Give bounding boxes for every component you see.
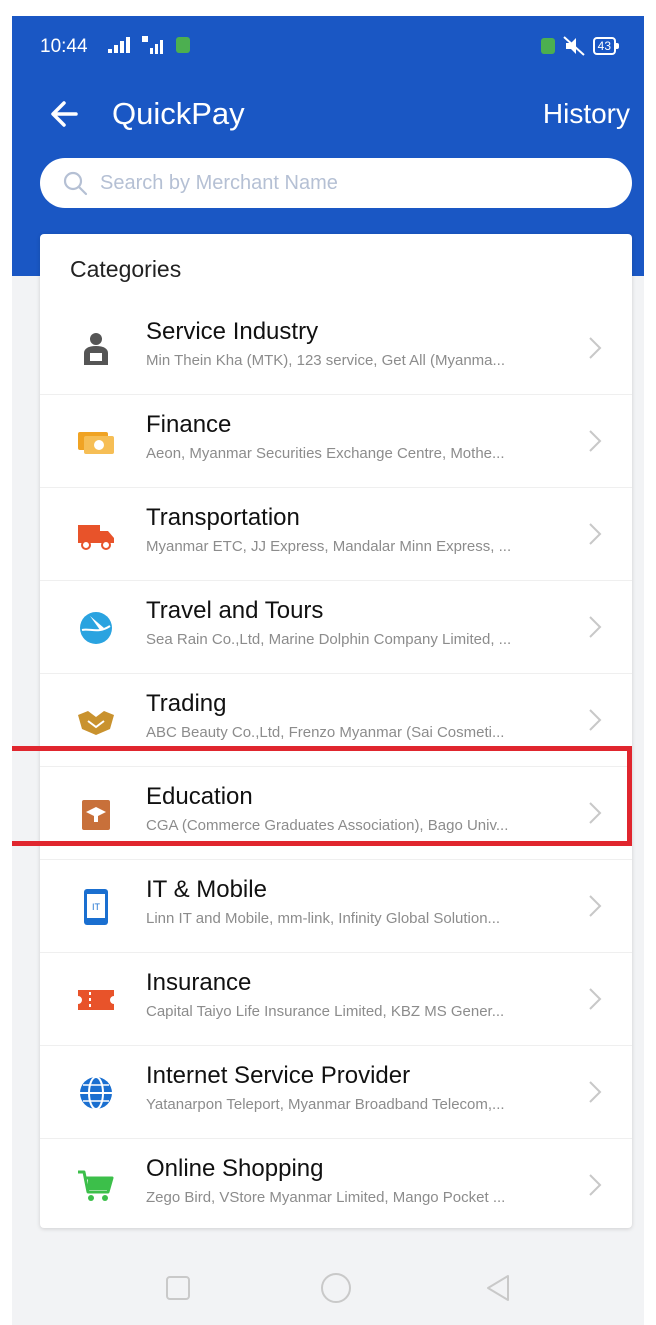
category-name: Transportation xyxy=(146,504,300,531)
category-desc: Linn IT and Mobile, mm-link, Infinity Gl… xyxy=(146,910,501,927)
category-desc: Capital Taiyo Life Insurance Limited, KB… xyxy=(146,1003,505,1020)
mute-icon xyxy=(562,36,585,56)
toolbar: QuickPay History xyxy=(12,86,644,142)
svg-text:IT: IT xyxy=(92,902,101,912)
category-name: IT & Mobile xyxy=(146,876,267,903)
chevron-right-icon xyxy=(589,523,602,545)
back-nav-button[interactable] xyxy=(478,1268,518,1308)
category-name: Trading xyxy=(146,690,227,717)
chevron-right-icon xyxy=(589,1081,602,1103)
category-desc: CGA (Commerce Graduates Association), Ba… xyxy=(146,817,509,834)
globe-plane-icon xyxy=(80,612,112,644)
category-item-finance[interactable]: Finance Aeon, Myanmar Securities Exchang… xyxy=(40,395,632,488)
category-item-service-industry[interactable]: Service Industry Min Thein Kha (MTK), 12… xyxy=(40,302,632,395)
category-name: Internet Service Provider xyxy=(146,1062,411,1089)
category-name: Service Industry xyxy=(146,318,319,345)
category-desc: Sea Rain Co.,Ltd, Marine Dolphin Company… xyxy=(146,631,512,648)
money-icon xyxy=(78,432,114,454)
chevron-right-icon xyxy=(589,430,602,452)
globe-icon xyxy=(80,1076,112,1110)
chevron-right-icon xyxy=(589,988,602,1010)
chevron-right-icon xyxy=(589,895,602,917)
categories-list: Service Industry Min Thein Kha (MTK), 12… xyxy=(40,302,632,1232)
search-input[interactable] xyxy=(98,170,602,196)
category-name: Online Shopping xyxy=(146,1155,324,1182)
history-button[interactable]: History xyxy=(543,94,630,134)
signal-4g-icon xyxy=(142,36,163,54)
chevron-right-icon xyxy=(589,802,602,824)
handshake-icon xyxy=(78,711,114,735)
category-desc: Myanmar ETC, JJ Express, Mandalar Minn E… xyxy=(146,538,512,555)
home-button[interactable] xyxy=(316,1268,356,1308)
category-desc: Aeon, Myanmar Securities Exchange Centre… xyxy=(146,445,505,462)
categories-heading: Categories xyxy=(70,256,182,282)
signal-icon xyxy=(108,37,130,53)
cart-icon xyxy=(78,1170,114,1201)
person-desk-icon xyxy=(84,333,108,365)
status-time: 10:44 xyxy=(40,36,88,57)
category-item-transportation[interactable]: Transportation Myanmar ETC, JJ Express, … xyxy=(40,488,632,581)
chevron-right-icon xyxy=(589,1174,602,1196)
truck-icon xyxy=(78,525,114,550)
category-name: Education xyxy=(146,783,253,810)
category-desc: Min Thein Kha (MTK), 123 service, Get Al… xyxy=(146,352,506,369)
category-name: Finance xyxy=(146,411,232,438)
status-right-icons: 43 xyxy=(540,36,620,56)
recent-apps-button[interactable] xyxy=(158,1268,198,1308)
category-item-online-shopping[interactable]: Online Shopping Zego Bird, VStore Myanma… xyxy=(40,1139,632,1232)
arrow-left-icon xyxy=(51,101,78,127)
category-item-education[interactable]: Education CGA (Commerce Graduates Associ… xyxy=(40,767,632,860)
status-left-icons xyxy=(108,36,190,54)
battery-indicator: 43 xyxy=(592,37,620,55)
category-name: Insurance xyxy=(146,969,252,996)
chevron-right-icon xyxy=(589,709,602,731)
chevron-right-icon xyxy=(589,616,602,638)
search-bar[interactable] xyxy=(40,158,632,208)
shield-icon xyxy=(540,38,555,54)
phone-screen: 10:44 43 QuickPay History Catego xyxy=(12,16,644,1325)
category-item-it-mobile[interactable]: IT IT & Mobile Linn IT and Mobile, mm-li… xyxy=(40,860,632,953)
category-desc: Zego Bird, VStore Myanmar Limited, Mango… xyxy=(146,1189,506,1206)
category-item-insurance[interactable]: Insurance Capital Taiyo Life Insurance L… xyxy=(40,953,632,1046)
categories-card: Categories Service Industry Min Thein Kh… xyxy=(40,234,632,1228)
app-notification-icon xyxy=(176,37,190,53)
mobile-icon: IT xyxy=(84,889,108,925)
search-icon xyxy=(63,171,88,196)
back-button[interactable] xyxy=(46,94,86,134)
category-desc: ABC Beauty Co.,Ltd, Frenzo Myanmar (Sai … xyxy=(146,724,505,741)
system-nav-bar xyxy=(12,1256,644,1316)
status-bar: 10:44 43 xyxy=(40,34,620,60)
category-desc: Yatanarpon Teleport, Myanmar Broadband T… xyxy=(146,1096,505,1113)
graduation-book-icon xyxy=(82,800,110,830)
category-name: Travel and Tours xyxy=(146,597,324,624)
chevron-right-icon xyxy=(589,337,602,359)
page-title: QuickPay xyxy=(112,96,245,131)
category-item-internet-service-provider[interactable]: Internet Service Provider Yatanarpon Tel… xyxy=(40,1046,632,1139)
category-item-trading[interactable]: Trading ABC Beauty Co.,Ltd, Frenzo Myanm… xyxy=(40,674,632,767)
category-item-travel-and-tours[interactable]: Travel and Tours Sea Rain Co.,Ltd, Marin… xyxy=(40,581,632,674)
ticket-icon xyxy=(78,990,114,1010)
